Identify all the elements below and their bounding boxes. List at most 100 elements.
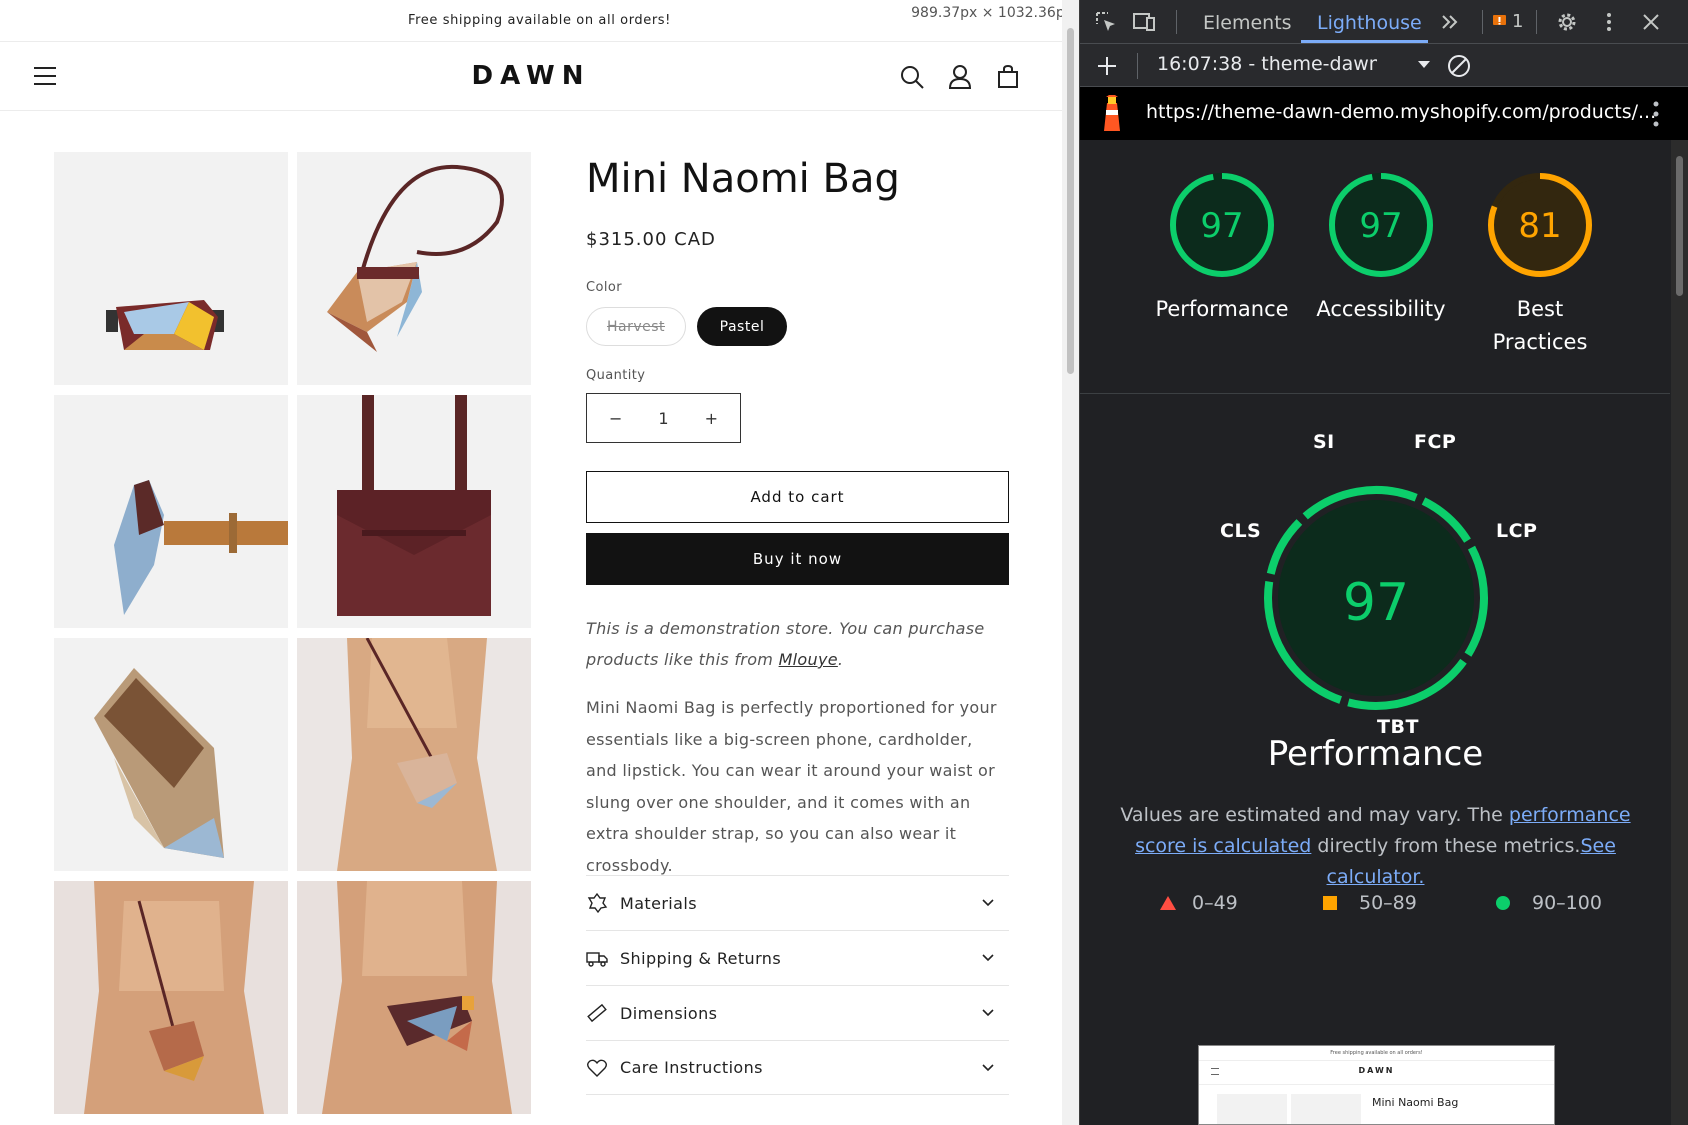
metric-cls[interactable]: CLS <box>1220 520 1261 542</box>
metric-fcp[interactable]: FCP <box>1414 431 1456 453</box>
lighthouse-logo-icon <box>1104 95 1120 131</box>
new-report-plus-icon[interactable] <box>1096 55 1118 77</box>
quantity-decrease-button[interactable]: − <box>609 409 622 428</box>
product-image-7[interactable] <box>54 881 288 1114</box>
devtools-scrollbar[interactable] <box>1671 140 1688 1125</box>
tabbar-divider <box>1536 10 1537 34</box>
demo-store-note: This is a demonstration store. You can p… <box>586 619 985 669</box>
issues-icon[interactable] <box>1490 10 1514 34</box>
accessibility-label[interactable]: Accessibility <box>1301 293 1461 326</box>
tabbar-divider <box>1482 10 1483 34</box>
product-image-4[interactable] <box>297 395 531 628</box>
thumb-logo: DAWN <box>1358 1066 1395 1075</box>
accordion-dimensions[interactable]: Dimensions <box>586 985 1009 1040</box>
add-to-cart-button[interactable]: Add to cart <box>586 471 1009 523</box>
best-practices-gauge[interactable]: 81 <box>1485 170 1595 280</box>
active-tab-indicator <box>1301 40 1428 43</box>
viewport-dimensions: 989.37px × 1032.36px <box>911 5 1073 21</box>
square-icon <box>1323 896 1337 910</box>
device-toolbar-icon[interactable] <box>1132 10 1156 34</box>
cart-icon[interactable] <box>994 63 1022 91</box>
account-icon[interactable] <box>946 63 974 91</box>
accordion-care[interactable]: Care Instructions <box>586 1040 1009 1095</box>
chevron-down-icon <box>982 954 994 962</box>
scrollbar-thumb[interactable] <box>1676 156 1683 296</box>
store-page: Free shipping available on all orders! 9… <box>0 0 1079 1125</box>
product-description: Mini Naomi Bag is perfectly proportioned… <box>586 698 997 875</box>
close-devtools-icon[interactable] <box>1639 10 1663 34</box>
report-url-bar: https://theme-dawn-demo.myshopify.com/pr… <box>1080 87 1688 140</box>
color-option-pastel[interactable]: Pastel <box>697 307 787 346</box>
thumb-title: Mini Naomi Bag <box>1372 1096 1459 1109</box>
product-image-8[interactable] <box>297 881 531 1114</box>
url-menu-icon[interactable] <box>1651 99 1661 129</box>
performance-heading: Performance <box>1267 734 1484 774</box>
page-screenshot-thumbnail[interactable]: Free shipping available on all orders! D… <box>1198 1045 1555 1125</box>
mlouye-link[interactable]: Mlouye <box>779 650 838 669</box>
section-divider <box>1080 393 1670 394</box>
more-tabs-icon[interactable] <box>1438 10 1462 34</box>
accordion-label: Care Instructions <box>620 1058 763 1077</box>
announcement-text: Free shipping available on all orders! <box>408 13 671 28</box>
tab-elements[interactable]: Elements <box>1203 12 1292 34</box>
product-image-2[interactable] <box>297 152 531 385</box>
accordion-label: Materials <box>620 893 697 913</box>
search-icon[interactable] <box>898 63 926 91</box>
quantity-increase-button[interactable]: + <box>705 409 718 428</box>
accessibility-gauge[interactable]: 97 <box>1326 170 1436 280</box>
kebab-menu-icon[interactable] <box>1597 10 1621 34</box>
scrollbar-thumb[interactable] <box>1067 28 1074 374</box>
performance-gauge[interactable]: 97 <box>1167 170 1277 280</box>
accordion-materials[interactable]: Materials <box>586 875 1009 930</box>
legend-average: 50–89 <box>1323 892 1417 914</box>
best-practices-score: 81 <box>1518 206 1561 246</box>
product-image-1[interactable] <box>54 152 288 385</box>
devtools-panel: Elements Lighthouse 1 16:07:38 - theme-d… <box>1079 0 1688 1125</box>
leaf-icon <box>587 892 608 914</box>
buy-now-button[interactable]: Buy it now <box>586 533 1009 585</box>
product-title: Mini Naomi Bag <box>586 156 900 202</box>
clear-all-icon[interactable] <box>1446 53 1472 79</box>
performance-big-score: 97 <box>1343 573 1409 633</box>
chevron-down-icon <box>982 1064 994 1072</box>
performance-label[interactable]: Performance <box>1142 293 1302 326</box>
chevron-down-icon <box>982 899 994 907</box>
accordion-label: Dimensions <box>620 1003 718 1023</box>
circle-icon <box>1496 896 1510 910</box>
settings-gear-icon[interactable] <box>1555 10 1579 34</box>
report-url[interactable]: https://theme-dawn-demo.myshopify.com/pr… <box>1146 101 1656 123</box>
product-image-5[interactable] <box>54 638 288 871</box>
devtools-tabbar: Elements Lighthouse 1 <box>1080 0 1688 44</box>
report-selector[interactable]: 16:07:38 - theme-dawn-demo <box>1157 53 1377 75</box>
legend-fail: 0–49 <box>1160 892 1238 914</box>
toolbar-divider <box>1137 53 1138 79</box>
best-practices-label[interactable]: Best Practices <box>1475 293 1605 359</box>
legend-pass: 90–100 <box>1496 892 1602 914</box>
accessibility-score: 97 <box>1359 206 1402 246</box>
quantity-stepper: − 1 + <box>586 393 741 443</box>
heart-icon <box>587 1059 607 1077</box>
inspect-element-icon[interactable] <box>1094 10 1118 34</box>
product-image-3[interactable] <box>54 395 288 628</box>
performance-score: 97 <box>1200 206 1243 246</box>
metric-si[interactable]: SI <box>1313 431 1335 453</box>
accordion-label: Shipping & Returns <box>620 948 782 968</box>
color-label: Color <box>586 280 622 295</box>
triangle-icon <box>1160 896 1176 910</box>
truck-icon <box>586 952 608 967</box>
accordion-shipping[interactable]: Shipping & Returns <box>586 930 1009 985</box>
ruler-icon <box>587 1003 607 1023</box>
issues-count[interactable]: 1 <box>1512 11 1523 32</box>
metric-lcp[interactable]: LCP <box>1496 520 1537 542</box>
tab-lighthouse[interactable]: Lighthouse <box>1317 12 1422 34</box>
product-image-6[interactable] <box>297 638 531 871</box>
color-option-harvest[interactable]: Harvest <box>586 307 686 346</box>
thumb-announcement: Free shipping available on all orders! <box>1330 1050 1423 1056</box>
product-price: $315.00 CAD <box>586 229 716 250</box>
quantity-input[interactable]: 1 <box>658 409 668 428</box>
performance-metrics-gauge: 97 <box>1264 486 1488 710</box>
chevron-down-icon <box>982 1009 994 1017</box>
page-scrollbar[interactable] <box>1062 0 1079 1125</box>
score-note: Values are estimated and may vary. The p… <box>1120 804 1631 888</box>
dropdown-arrow-icon[interactable] <box>1417 60 1431 70</box>
